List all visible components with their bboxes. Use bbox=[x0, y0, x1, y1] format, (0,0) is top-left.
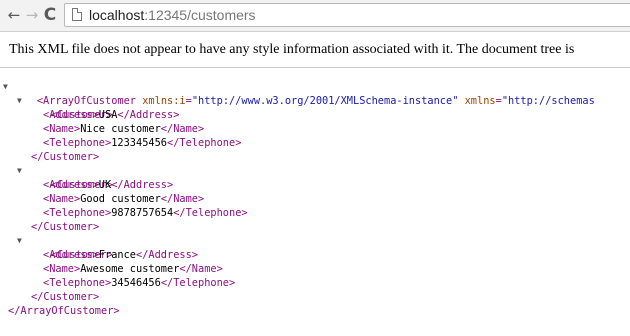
xml-telephone-line: <Telephone>9878757654</Telephone> bbox=[43, 206, 248, 220]
collapse-arrow-icon[interactable]: ▼ bbox=[3, 80, 8, 94]
xml-tag: <Telephone> bbox=[43, 207, 112, 219]
xml-customer-open-line: ▼ <Customer> bbox=[17, 234, 113, 261]
page-icon bbox=[72, 8, 82, 21]
xml-customer-open-line: ▼ <Customer> bbox=[17, 94, 113, 121]
xml-attr-name: xmlns bbox=[464, 95, 496, 107]
xml-tag: </Telephone> bbox=[173, 207, 248, 219]
xml-tag: <Name> bbox=[43, 263, 81, 275]
url-host: localhost bbox=[89, 7, 145, 23]
xml-tag: </Telephone> bbox=[160, 277, 236, 289]
xml-tag: <Telephone> bbox=[43, 137, 112, 149]
xml-telephone-line: <Telephone>34546456</Telephone> bbox=[43, 276, 235, 290]
xml-text: 34546456 bbox=[111, 277, 161, 289]
xml-text: Nice customer bbox=[80, 123, 161, 135]
info-message-text: This XML file does not appear to have an… bbox=[9, 42, 575, 57]
address-bar[interactable]: localhost:12345/customers bbox=[64, 3, 630, 27]
xml-tag: <Address> bbox=[43, 249, 99, 261]
xml-tag: </Name> bbox=[160, 123, 205, 135]
xml-tag: </Address> bbox=[117, 109, 180, 121]
xml-tag: <Name> bbox=[43, 123, 81, 135]
xml-address-line: <Address>USA</Address> bbox=[43, 108, 179, 122]
reload-icon[interactable]: C bbox=[40, 5, 60, 25]
xml-attr-name: xmlns:i bbox=[142, 95, 186, 107]
xml-address-line: <Address>France</Address> bbox=[43, 248, 198, 262]
xml-customer-close-line: </Customer> bbox=[31, 220, 99, 234]
xml-tag: </Name> bbox=[179, 263, 223, 275]
xml-tag: </Customer> bbox=[31, 291, 100, 303]
xml-root-open-line: ▼ <ArrayOfCustomer xmlns:i="http://www.w3… bbox=[3, 82, 595, 107]
xml-tag: </Customer> bbox=[31, 151, 100, 163]
xml-tag: </Address> bbox=[136, 249, 198, 261]
xml-tag: </Customer> bbox=[31, 221, 100, 233]
xml-name-line: <Name>Good customer</Name> bbox=[43, 192, 204, 206]
browser-toolbar: ← → C localhost:12345/customers bbox=[0, 0, 630, 32]
xml-text: 9878757654 bbox=[111, 207, 174, 219]
xml-tag: </ArrayOfCustomer> bbox=[8, 305, 120, 317]
xml-tag: </Address> bbox=[111, 179, 174, 191]
xml-attr-value: "http://schemas bbox=[501, 95, 595, 107]
xml-text: France bbox=[98, 249, 136, 261]
xml-attr-value: "http://www.w3.org/2001/XMLSchema-instan… bbox=[191, 95, 459, 107]
xml-tag: <Address> bbox=[43, 179, 99, 191]
xml-telephone-line: <Telephone>123345456</Telephone> bbox=[43, 136, 241, 150]
xml-name-line: <Name>Nice customer</Name> bbox=[43, 122, 204, 136]
collapse-arrow-icon[interactable]: ▼ bbox=[17, 234, 22, 248]
xml-tag: <Address> bbox=[43, 109, 99, 121]
back-arrow-icon[interactable]: ← bbox=[4, 5, 24, 25]
xml-tag: <Telephone> bbox=[43, 277, 112, 289]
xml-tag: </Name> bbox=[160, 193, 205, 205]
url-text[interactable]: localhost:12345/customers bbox=[89, 7, 256, 23]
xml-text: Awesome customer bbox=[80, 263, 180, 275]
xml-text: 123345456 bbox=[111, 137, 167, 149]
xml-name-line: <Name>Awesome customer</Name> bbox=[43, 262, 223, 276]
collapse-arrow-icon[interactable]: ▼ bbox=[17, 164, 22, 178]
xml-text: UK bbox=[98, 179, 112, 191]
xml-root-close-line: </ArrayOfCustomer> bbox=[8, 304, 120, 318]
xml-customer-close-line: </Customer> bbox=[31, 150, 99, 164]
url-path: :12345/customers bbox=[144, 7, 256, 23]
xml-address-line: <Address>UK</Address> bbox=[43, 178, 173, 192]
xml-text: USA bbox=[98, 109, 118, 121]
xml-customer-close-line: </Customer> bbox=[31, 290, 99, 304]
forward-arrow-icon[interactable]: → bbox=[22, 5, 42, 25]
xml-text: Good customer bbox=[80, 193, 161, 205]
collapse-arrow-icon[interactable]: ▼ bbox=[17, 94, 22, 108]
xml-customer-open-line: ▼ <Customer> bbox=[17, 164, 113, 191]
xml-style-info-message: This XML file does not appear to have an… bbox=[0, 33, 630, 68]
xml-tag: <Name> bbox=[43, 193, 81, 205]
xml-tag: </Telephone> bbox=[167, 137, 242, 149]
